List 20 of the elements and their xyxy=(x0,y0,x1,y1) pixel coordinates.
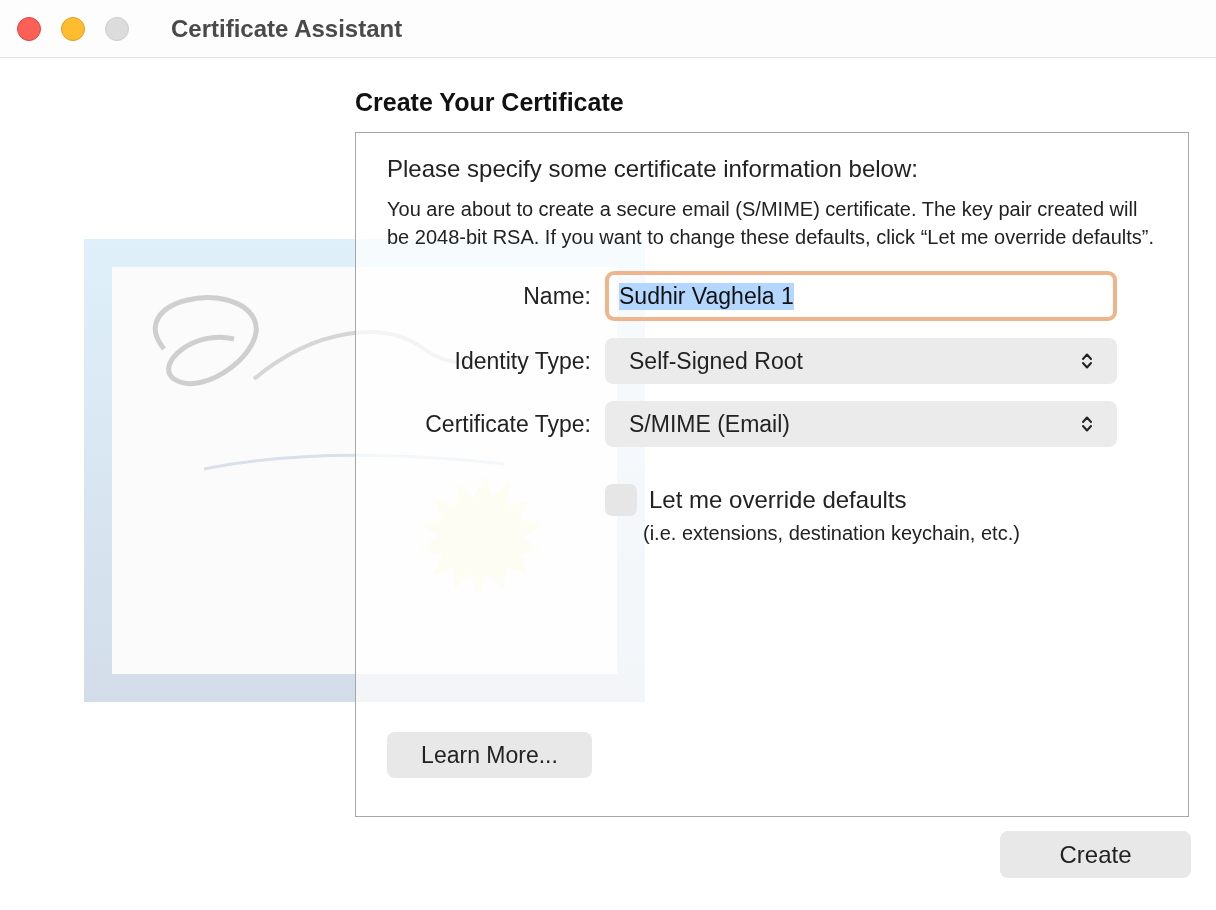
checkbox-label[interactable]: Let me override defaults xyxy=(649,486,907,514)
window-title: Certificate Assistant xyxy=(171,14,403,43)
chevron-icon xyxy=(1081,352,1093,370)
description-text: You are about to create a secure email (S/MIME) certificate. The key pair created will be 2048-bit RSA. If you want to change these defaults, click “Let me override defaults”. xyxy=(387,197,1156,250)
popup-menu[interactable]: S/MIME (Email) xyxy=(605,401,1117,447)
learn-more-button[interactable]: Learn More... xyxy=(387,732,592,778)
field-label: Identity Type: xyxy=(453,347,591,375)
zoom-icon xyxy=(105,16,129,41)
minimize-icon[interactable] xyxy=(61,16,85,41)
popup-menu[interactable]: Self-Signed Root xyxy=(605,338,1117,384)
close-icon[interactable] xyxy=(17,16,41,41)
intro-text: Please specify some certificate information below: xyxy=(387,155,919,183)
field-label: Name: xyxy=(522,282,591,310)
checkbox-note: (i.e. extensions, destination keychain, etc.) xyxy=(643,522,1021,545)
chevron-icon xyxy=(1081,415,1093,433)
field-label: Certificate Type: xyxy=(424,410,591,438)
page-heading: Create Your Certificate xyxy=(355,88,625,117)
name-field[interactable]: Sudhir Vaghela 1 xyxy=(605,271,1117,321)
create-button[interactable]: Create xyxy=(1000,831,1191,878)
override-checkbox[interactable] xyxy=(605,484,637,516)
